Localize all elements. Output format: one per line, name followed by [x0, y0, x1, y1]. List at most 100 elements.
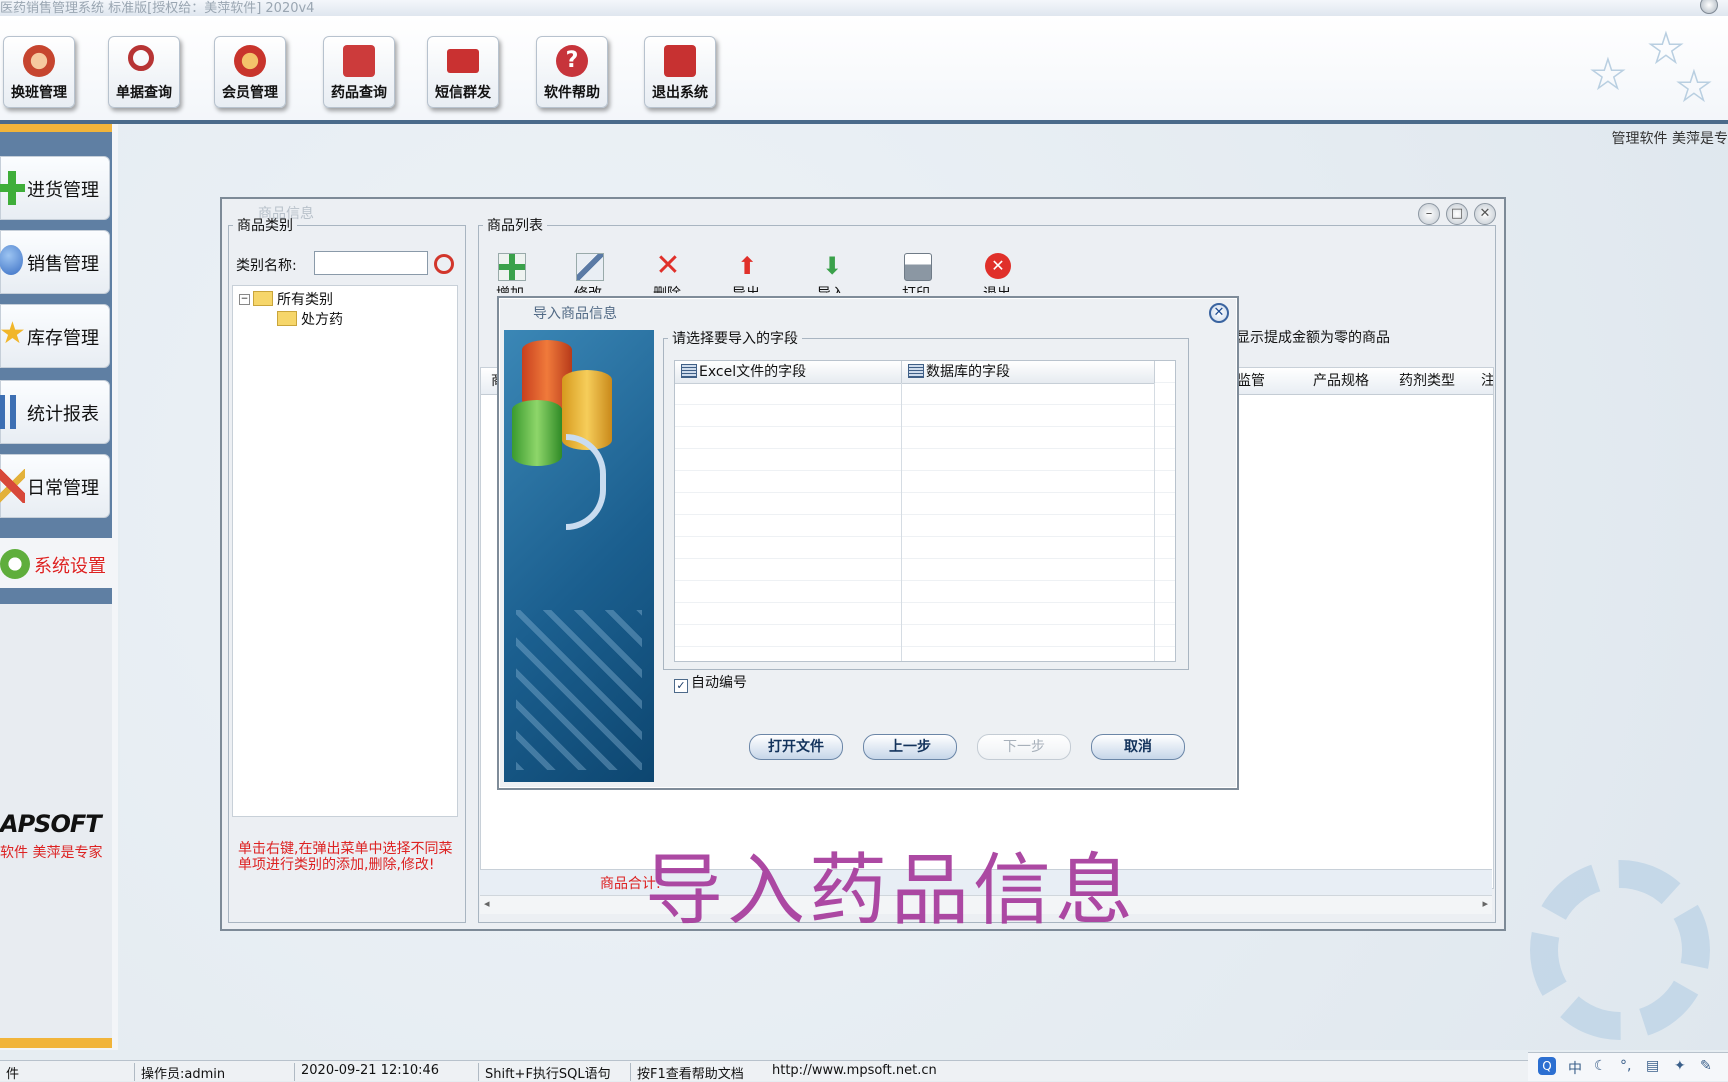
tree-collapse-icon[interactable]: − [239, 294, 250, 305]
status-website[interactable]: http://www.mpsoft.net.cn [766, 1063, 937, 1081]
toolbar-btn-help[interactable]: ? 软件帮助 [536, 36, 608, 108]
sidebar-item-reports[interactable]: 统计报表 [0, 380, 110, 444]
close-icon[interactable]: ✕ [1209, 303, 1229, 323]
search-icon[interactable] [434, 254, 454, 274]
exit-button[interactable]: ✕ 退出 [973, 253, 1021, 301]
add-button[interactable]: 增加 [486, 253, 534, 301]
printer-icon [904, 253, 932, 281]
scroll-left-icon[interactable]: ◂ [484, 897, 490, 910]
status-datetime: 2020-09-21 12:10:46 [294, 1063, 439, 1081]
category-name-input[interactable] [314, 251, 428, 275]
next-step-button[interactable]: 下一步 [977, 734, 1071, 760]
gear-icon [0, 549, 30, 579]
sidebar-top-band [0, 124, 112, 132]
category-name-label: 类别名称: [236, 258, 297, 274]
bar-chart-icon [0, 395, 19, 429]
toolbar-btn-sms[interactable]: 短信群发 [427, 36, 499, 108]
export-button[interactable]: ⬆ 导出 [722, 253, 770, 301]
toolbar-btn-bills[interactable]: 单据查询 [108, 36, 180, 108]
column-header-excel[interactable]: Excel文件的字段 [675, 361, 902, 384]
print-button[interactable]: 打印 [892, 253, 940, 301]
person-icon [23, 45, 55, 77]
help-icon: ? [556, 45, 588, 77]
scroll-right-icon[interactable]: ▸ [1482, 897, 1488, 910]
plus-icon [0, 171, 25, 205]
video-caption: 导入药品信息 [645, 846, 1138, 936]
folder-icon [277, 311, 297, 326]
toolbar-btn-exit[interactable]: 退出系统 [644, 36, 716, 108]
file-types-watermark [516, 610, 642, 770]
import-icon: ⬇ [821, 252, 843, 280]
q-icon[interactable]: Q [1538, 1057, 1556, 1075]
globe-icon [0, 245, 23, 275]
column-header[interactable]: 药剂类型 [1399, 368, 1455, 394]
tools-icon [0, 469, 25, 503]
close-icon[interactable] [1700, 0, 1718, 14]
column-header[interactable]: 产品规格 [1313, 368, 1369, 394]
delete-button[interactable]: ✕ 删除 [643, 251, 691, 301]
column-header[interactable]: 注册 [1481, 368, 1493, 394]
sidebar-item-purchase[interactable]: 进货管理 [0, 156, 110, 220]
show-zero-commission-option[interactable]: 显示提成金额为零的商品 [1236, 327, 1390, 347]
envelope-icon [447, 49, 479, 73]
punctuation-icon[interactable]: °, [1620, 1058, 1631, 1074]
ime-indicator[interactable]: 中 [1568, 1058, 1582, 1078]
edit-button[interactable]: 修改 [564, 253, 612, 301]
toolbar-btn-medicine[interactable]: 药品查询 [323, 36, 395, 108]
fields-legend: 请选择要导入的字段 [672, 331, 798, 347]
column-header-database[interactable]: 数据库的字段 [902, 361, 1155, 384]
status-operator: 操作员:admin [134, 1063, 225, 1082]
system-settings-button[interactable]: 系统设置 [0, 545, 112, 585]
toolbar-btn-shift[interactable]: 换班管理 [3, 36, 75, 108]
wrench-icon[interactable]: ✎ [1700, 1058, 1712, 1074]
keyboard-icon[interactable]: ▤ [1646, 1058, 1659, 1074]
magnifier-icon [128, 45, 154, 71]
grid-icon [681, 364, 697, 378]
title-bar: 医药销售管理系统 标准版[授权给：美萍软件] 2020v4 [0, 0, 1728, 16]
member-icon [234, 45, 266, 77]
open-file-button[interactable]: 打开文件 [749, 734, 843, 760]
checkbox-checked-icon[interactable]: ✓ [674, 679, 688, 693]
cancel-button[interactable]: 取消 [1091, 734, 1185, 760]
sidebar-item-daily[interactable]: 日常管理 [0, 454, 110, 518]
star-icon: ★ [0, 316, 26, 351]
left-sidebar: 进货管理 销售管理 ★ 库存管理 统计报表 日常管理 [0, 124, 118, 1050]
database-cylinder-icon [512, 400, 562, 466]
prev-step-button[interactable]: 上一步 [863, 734, 957, 760]
status-sql-hint: Shift+F执行SQL语句 [478, 1063, 611, 1082]
column-divider [901, 383, 902, 661]
system-tray: Q 中 ☾ °, ▤ ✦ ✎ [1528, 1052, 1728, 1081]
column-header[interactable]: 监管 [1237, 368, 1265, 394]
column-divider [1154, 383, 1155, 661]
brand-logo: APSOFT [0, 810, 102, 838]
product-list-legend: 商品列表 [487, 218, 543, 234]
star-decoration-icon: ★ [1675, 63, 1712, 111]
grid-icon [908, 364, 924, 378]
import-side-banner [504, 330, 654, 782]
gear-decoration-icon [1530, 860, 1710, 1040]
category-legend: 商品类别 [237, 218, 293, 234]
power-icon [664, 45, 696, 77]
import-button[interactable]: ⬇ 导入 [807, 253, 855, 301]
star-decoration-icon: ★ [1589, 51, 1626, 99]
exit-icon: ✕ [985, 253, 1011, 279]
sidebar-item-sales[interactable]: 销售管理 [0, 230, 110, 294]
add-icon [498, 253, 526, 281]
settings-icon[interactable]: ✦ [1674, 1058, 1686, 1074]
tree-node-all[interactable]: 所有类别 [253, 289, 333, 309]
edit-icon [576, 253, 604, 281]
toolbar-btn-members[interactable]: 会员管理 [214, 36, 286, 108]
sidebar-item-inventory[interactable]: ★ 库存管理 [0, 304, 110, 368]
main-toolbar: 换班管理 单据查询 会员管理 药品查询 短信群发 ? 软件帮助 退出系统 ★ ★… [0, 16, 1728, 124]
auto-number-checkbox[interactable]: ✓ 自动编号 [674, 672, 747, 693]
category-tree[interactable]: − 所有类别 处方药 [232, 285, 458, 817]
import-dialog: 导入商品信息 ✕ 请选择要导入的字段 Excel文件的字段 数据库的字段 ✓ 自动… [497, 296, 1239, 790]
category-hint: 单击右键,在弹出菜单中选择不同菜单项进行类别的添加,删除,修改! [238, 841, 453, 873]
tree-node-prescription[interactable]: 处方药 [277, 309, 343, 329]
brand-marquee: 管理软件 美萍是专 [1611, 131, 1728, 147]
window-title: 医药销售管理系统 标准版[授权给：美萍软件] 2020v4 [0, 1, 315, 16]
status-bar: 件 操作员:admin 2020-09-21 12:10:46 Shift+F执… [0, 1060, 1728, 1082]
moon-icon[interactable]: ☾ [1594, 1058, 1607, 1074]
medicine-icon [343, 45, 375, 77]
field-mapping-grid[interactable]: Excel文件的字段 数据库的字段 [674, 360, 1176, 662]
